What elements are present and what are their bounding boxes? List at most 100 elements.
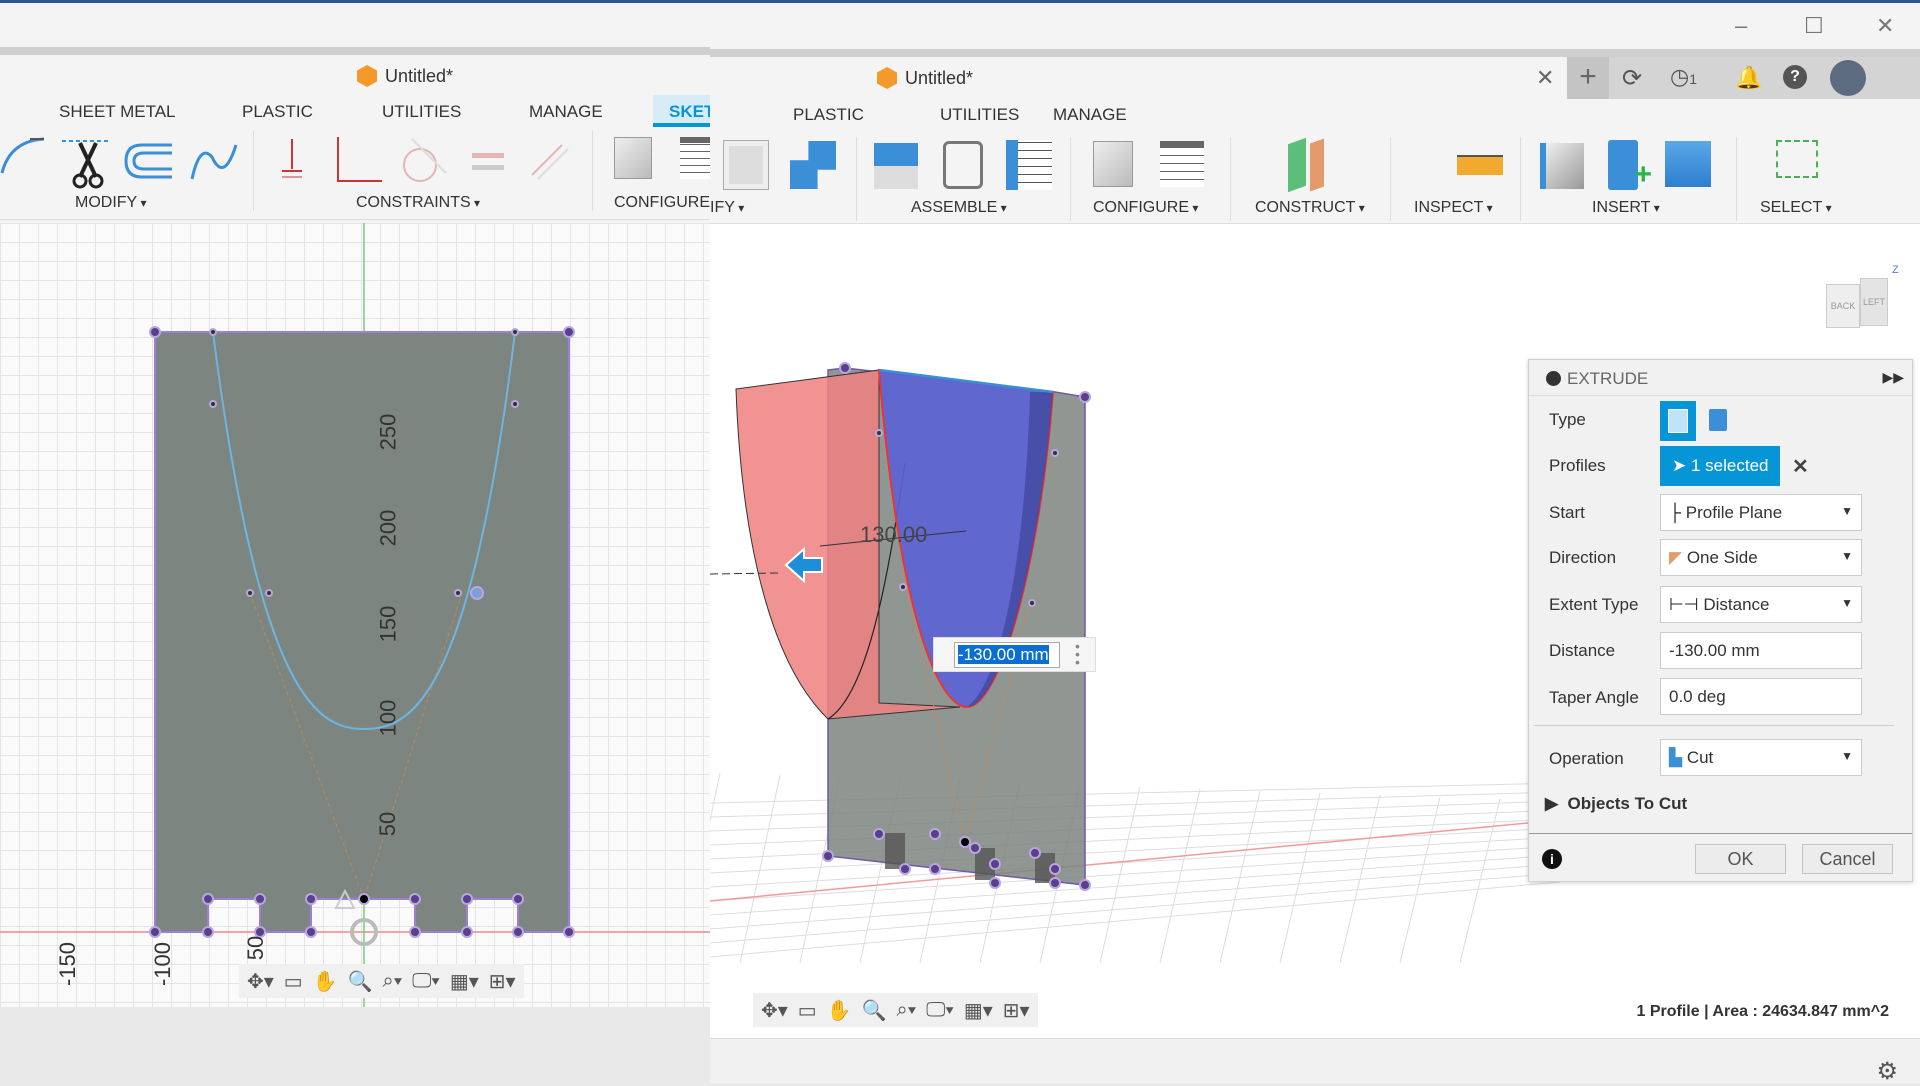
divider xyxy=(592,131,593,211)
taper-angle-field[interactable]: 0.0 deg xyxy=(1660,678,1862,715)
construct-plane-icon[interactable] xyxy=(1310,138,1324,192)
maximize-button[interactable]: ☐ xyxy=(1804,13,1824,39)
profiles-selection-button[interactable]: ➤ 1 selected xyxy=(1660,446,1780,486)
sketch-canvas[interactable]: 250 200 150 100 50 -150 -100 50 xyxy=(0,223,710,1007)
job-status-icon[interactable]: ◷1 xyxy=(1670,64,1697,90)
constraint-icons[interactable] xyxy=(270,133,570,193)
insert-canvas-icon[interactable] xyxy=(1665,141,1711,187)
look-at-icon[interactable]: ▭ xyxy=(798,998,817,1023)
profiles-label: Profiles xyxy=(1549,456,1606,475)
help-icon[interactable]: ? xyxy=(1783,65,1807,89)
distance-input[interactable]: -130.00 mm xyxy=(954,642,1060,668)
offset-icon xyxy=(124,143,172,179)
extrude-header[interactable]: EXTRUDE ▶▶ xyxy=(1529,360,1912,396)
expand-icon[interactable]: ▶▶ xyxy=(1882,369,1904,386)
select-menu[interactable]: SELECT xyxy=(1760,199,1832,217)
configure-table-icon[interactable] xyxy=(680,137,710,179)
info-icon[interactable]: i xyxy=(1542,849,1562,869)
configure-table-icon[interactable] xyxy=(1160,141,1204,187)
configure-box-icon[interactable] xyxy=(1093,141,1133,187)
tab-manage[interactable]: MANAGE xyxy=(1053,105,1127,125)
viewcube-back[interactable]: BACK xyxy=(1826,284,1860,328)
cancel-button[interactable]: Cancel xyxy=(1802,844,1893,874)
inspect-menu[interactable]: INSPECT xyxy=(1414,199,1493,217)
viewports-icon[interactable]: ⊞▾ xyxy=(1003,998,1030,1023)
new-tab-button[interactable]: + xyxy=(1567,57,1609,99)
display-settings-icon[interactable]: 🖵▾ xyxy=(926,999,954,1022)
shell-icon[interactable] xyxy=(723,140,769,190)
look-at-icon[interactable]: ▭ xyxy=(284,969,303,994)
viewcube[interactable]: BACK LEFT Z xyxy=(1820,264,1900,344)
orbit-icon[interactable]: ✥▾ xyxy=(761,998,788,1023)
tab-plastic[interactable]: PLASTIC xyxy=(793,105,864,125)
pan-icon[interactable]: ✋ xyxy=(313,969,338,994)
viewports-icon[interactable]: ⊞▾ xyxy=(489,969,516,994)
direction-dropdown[interactable]: ◤ One Side ▼ xyxy=(1660,539,1862,576)
configure-menu[interactable]: CONFIGURE xyxy=(1093,199,1198,217)
viewcube-left[interactable]: LEFT xyxy=(1860,278,1888,326)
grid-icon[interactable]: ▦▾ xyxy=(450,969,479,994)
modify-menu[interactable]: IFY xyxy=(710,199,744,217)
insert-menu[interactable]: INSERT xyxy=(1592,199,1660,217)
operation-value: Cut xyxy=(1686,748,1714,767)
perpendicular-icon xyxy=(337,137,382,182)
distance-field[interactable]: -130.00 mm xyxy=(1660,632,1862,669)
document-tab[interactable]: Untitled* xyxy=(357,65,453,87)
document-tab[interactable]: Untitled* ✕ xyxy=(710,57,1567,99)
more-options-icon[interactable]: • • • xyxy=(1075,639,1080,669)
constraints-menu[interactable]: CONSTRAINTS xyxy=(356,194,480,212)
clear-selection-icon[interactable]: ✕ xyxy=(1792,454,1809,479)
bom-icon[interactable] xyxy=(1006,140,1052,190)
close-window-button[interactable]: ✕ xyxy=(1876,13,1894,39)
modify-menu[interactable]: MODIFY xyxy=(75,194,147,212)
type-solid-button[interactable] xyxy=(1660,401,1696,441)
extensions-icon[interactable]: ⟳ xyxy=(1622,64,1642,93)
start-dropdown[interactable]: ├ Profile Plane ▼ xyxy=(1660,494,1862,531)
grid-line xyxy=(710,854,1561,916)
modify-icons[interactable] xyxy=(0,133,250,193)
extent-type-dropdown[interactable]: ⊢⊣ Distance ▼ xyxy=(1660,586,1862,623)
construct-menu[interactable]: CONSTRUCT xyxy=(1255,199,1365,217)
fit-icon[interactable]: ⌕▾ xyxy=(383,970,403,993)
avatar[interactable] xyxy=(1830,60,1866,96)
fit-icon[interactable]: ⌕▾ xyxy=(897,999,917,1022)
notifications-icon[interactable]: 🔔 xyxy=(1735,65,1762,91)
sketch-point xyxy=(358,893,370,905)
zoom-icon[interactable]: 🔍 xyxy=(348,969,373,994)
sketch-point xyxy=(875,429,883,437)
grid-icon[interactable]: ▦▾ xyxy=(964,998,993,1023)
orbit-icon[interactable]: ✥▾ xyxy=(247,969,274,994)
divider xyxy=(253,131,254,211)
tab-utilities[interactable]: UTILITIES xyxy=(382,102,461,122)
settings-gear-icon[interactable]: ⚙ xyxy=(1876,1057,1898,1086)
distance-label: Distance xyxy=(1549,641,1616,660)
tab-plastic[interactable]: PLASTIC xyxy=(242,102,313,122)
insert-mcmaster-icon[interactable]: + xyxy=(1608,140,1652,191)
pan-icon[interactable]: ✋ xyxy=(827,998,852,1023)
insert-derive-icon[interactable] xyxy=(1540,143,1584,189)
construct-plane-icon[interactable] xyxy=(1288,137,1306,193)
tab-utilities[interactable]: UTILITIES xyxy=(940,105,1019,125)
assemble-menu[interactable]: ASSEMBLE xyxy=(911,199,1007,217)
minimize-button[interactable]: – xyxy=(1735,13,1747,39)
sketch-point xyxy=(899,583,907,591)
configure-menu[interactable]: CONFIGURE xyxy=(614,194,710,212)
tab-sheet-metal[interactable]: SHEET METAL xyxy=(59,102,176,122)
tab-sketch[interactable]: SKET xyxy=(653,95,714,127)
measure-icon[interactable] xyxy=(1457,155,1503,175)
select-icon[interactable] xyxy=(1776,140,1818,178)
configure-box-icon[interactable] xyxy=(614,137,652,179)
grid-line xyxy=(710,872,1561,944)
joint-icon[interactable] xyxy=(943,141,983,189)
tab-manage[interactable]: MANAGE xyxy=(529,102,603,122)
operation-dropdown[interactable]: ▙ Cut ▼ xyxy=(1660,739,1862,776)
display-settings-icon[interactable]: 🖵▾ xyxy=(412,970,440,993)
ok-button[interactable]: OK xyxy=(1695,844,1786,874)
close-tab-icon[interactable]: ✕ xyxy=(1536,65,1554,91)
combine-icon[interactable] xyxy=(790,141,836,189)
sketch-point xyxy=(1051,449,1059,457)
type-thin-button[interactable] xyxy=(1709,409,1727,431)
zoom-icon[interactable]: 🔍 xyxy=(862,998,887,1023)
objects-to-cut-toggle[interactable]: ▶ Objects To Cut xyxy=(1545,794,1687,814)
new-component-icon[interactable] xyxy=(874,143,918,189)
